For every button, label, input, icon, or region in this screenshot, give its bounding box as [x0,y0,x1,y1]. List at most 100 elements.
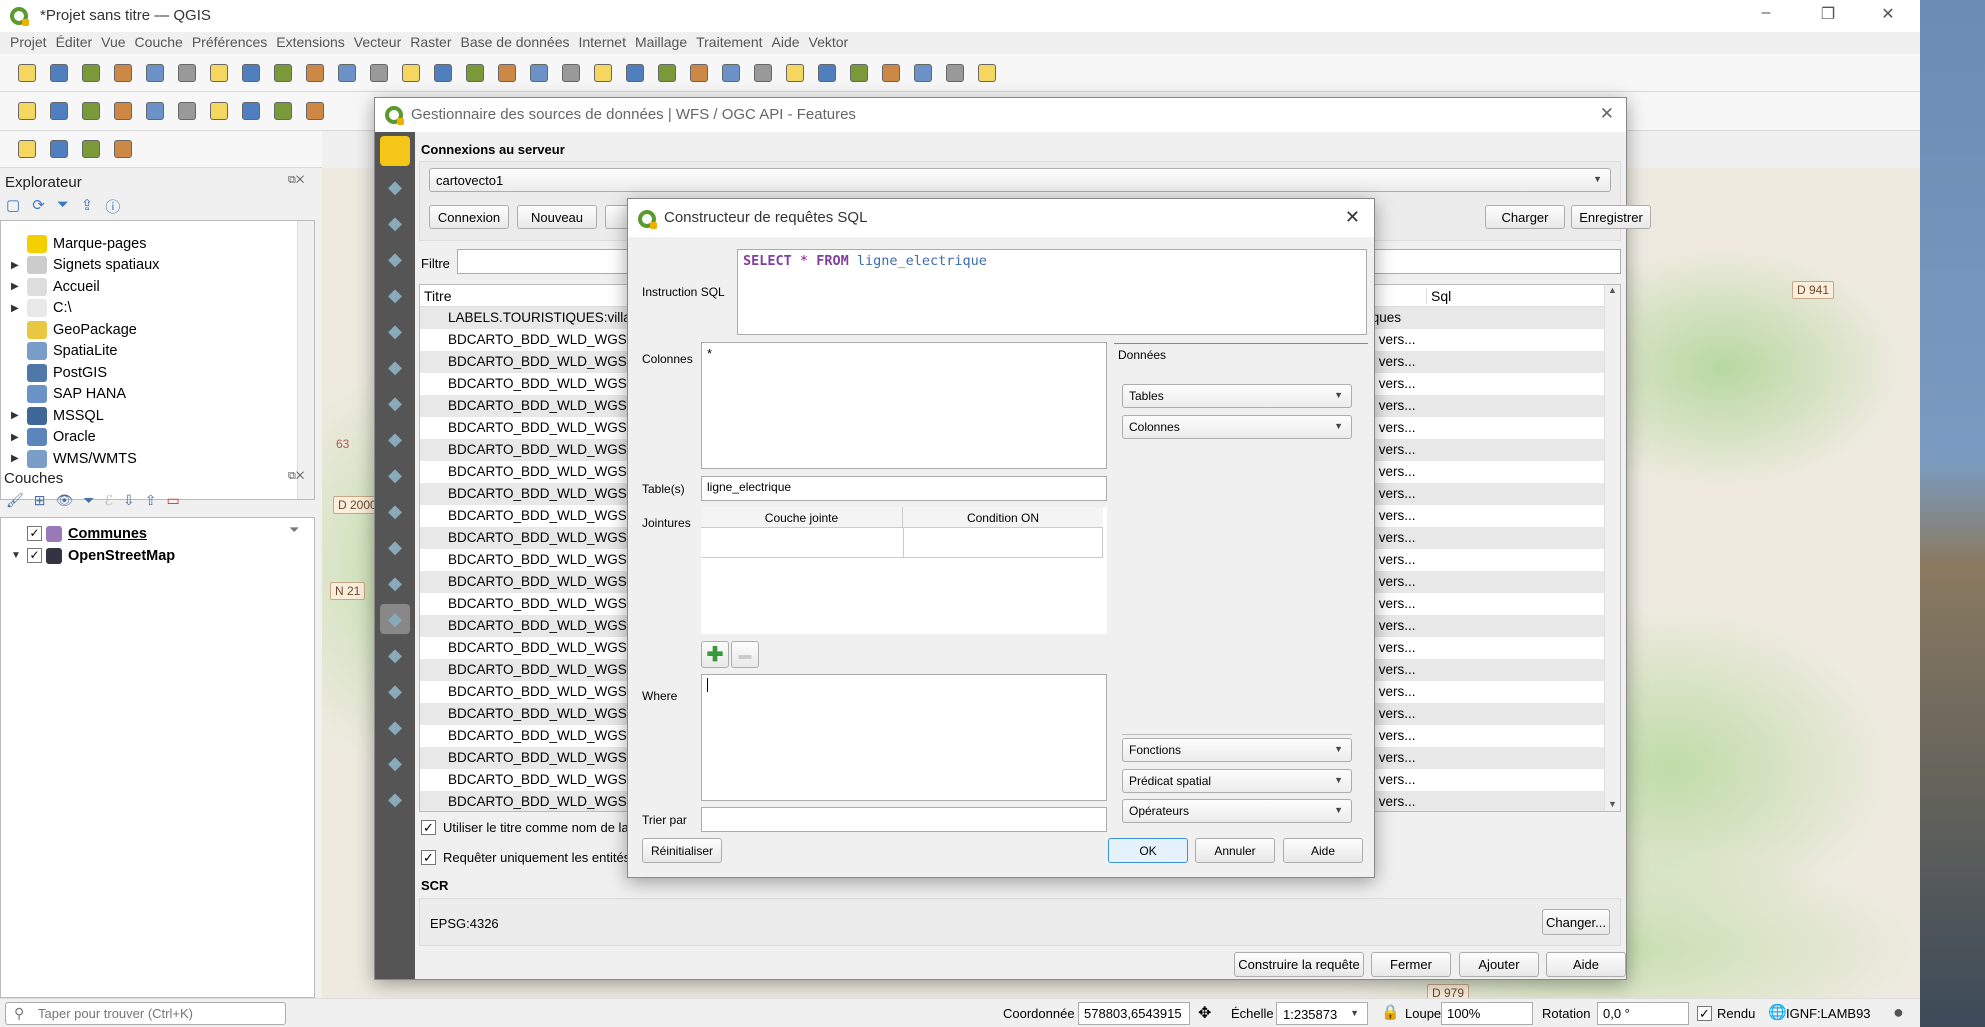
save-project-icon[interactable] [78,60,104,86]
explorer-item[interactable]: GeoPackage [11,319,137,340]
map-tips-icon[interactable] [910,60,936,86]
add-selected-icon[interactable]: ▢ [6,196,20,217]
cancel-button[interactable]: Annuler [1195,838,1275,863]
explorer-item[interactable]: PostGIS [11,362,107,383]
where-input[interactable] [701,674,1107,801]
oracle-icon[interactable]: ◆ [380,496,410,526]
scale-combo[interactable]: 1:235873 [1276,1002,1368,1025]
coordinate-input[interactable]: 578803,6543915 [1078,1002,1190,1025]
join-row[interactable] [701,528,1103,558]
identify-icon[interactable] [718,60,744,86]
zoom-in-icon[interactable] [270,60,296,86]
attribute-table-icon[interactable] [750,60,776,86]
explorer-item[interactable]: Marque-pages [11,233,147,254]
refresh-icon[interactable]: ⟳ [32,196,45,217]
zoom-to-layer-icon[interactable] [398,60,424,86]
zoom-full-icon[interactable] [334,60,360,86]
functions-combo[interactable]: Fonctions [1122,738,1352,762]
help-button[interactable]: Aide [1283,838,1363,863]
hana-icon[interactable]: ◆ [380,568,410,598]
menu-5[interactable]: Extensions [276,34,344,50]
dock-float-close-icon[interactable]: ⧉✕ [288,174,304,187]
change-crs-button[interactable]: Changer... [1542,909,1610,935]
xyz-icon[interactable]: ◆ [380,712,410,742]
refresh-icon[interactable] [686,60,712,86]
explorer-item[interactable]: SAP HANA [11,384,126,405]
explorer-item[interactable]: ▶ C:\ [11,298,72,319]
table-scrollbar[interactable]: ▲ ▼ [1604,285,1620,811]
new-bookmark-icon[interactable] [590,60,616,86]
explorer-item[interactable]: ▶ MSSQL [11,405,104,426]
digitize-icon[interactable] [206,98,232,124]
pan-icon[interactable] [206,60,232,86]
explorer-item[interactable]: ▶ WMS/WMTS [11,448,137,469]
sql-editor[interactable]: SELECT * FROM ligne_electrique [737,249,1367,335]
joins-table[interactable]: Couche jointe Condition ON [701,507,1107,634]
tables-combo[interactable]: Tables [1122,384,1352,408]
zoom-out-icon[interactable] [302,60,328,86]
remove-layer-icon[interactable]: ▭ [166,492,179,509]
columns-combo[interactable]: Colonnes [1122,415,1352,439]
show-bookmarks-icon[interactable] [622,60,648,86]
point-cloud-icon[interactable]: ◆ [380,280,410,310]
expand-all-icon[interactable]: ⇩ [123,492,135,509]
layers-tree[interactable]: ✓ Communes ▼ ✓ OpenStreetMap ⏷ [0,517,315,998]
remove-join-button[interactable]: ▬ [731,641,759,668]
menu-0[interactable]: Projet [10,34,47,50]
measure-icon[interactable] [878,60,904,86]
order-by-input[interactable] [701,807,1107,832]
menu-9[interactable]: Internet [578,34,625,50]
new-virtual-layer-icon[interactable] [142,98,168,124]
new-spatialite-layer-icon[interactable] [110,98,136,124]
menu-11[interactable]: Traitement [696,34,762,50]
explorer-item[interactable]: ▶ Accueil [11,276,100,297]
new-shapefile-layer-icon[interactable] [78,98,104,124]
only-extent-checkbox[interactable]: ✓ [421,850,436,865]
eye-icon[interactable]: 👁 [56,492,74,509]
toggle-editing-icon[interactable] [238,98,264,124]
processing-icon[interactable] [782,60,808,86]
geopackage-icon[interactable]: ◆ [380,352,410,382]
column-header-sql[interactable]: Sql [1426,288,1451,304]
zoom-last-icon[interactable] [462,60,488,86]
extents-toggle-icon[interactable]: ✥ [1198,1003,1211,1023]
menu-4[interactable]: Préférences [192,34,267,50]
ok-button[interactable]: OK [1108,838,1188,863]
expand-arrow-icon[interactable]: ▼ [11,550,23,561]
new-map-view-icon[interactable] [526,60,552,86]
explorer-item[interactable]: ▶ Signets spatiaux [11,255,159,276]
add-join-button[interactable]: ✚ [701,641,729,668]
magnifier-spinbox[interactable]: 100% [1441,1002,1533,1025]
use-title-checkbox[interactable]: ✓ [421,820,436,835]
filter-icon[interactable]: ⏷ [57,196,69,217]
select-by-location-icon[interactable] [110,136,136,162]
postgis-icon[interactable]: ◆ [380,424,410,454]
menu-2[interactable]: Vue [101,34,125,50]
crs-button[interactable]: IGNF:LAMB93 [1786,1006,1871,1021]
collapse-all-icon[interactable]: ⇪ [81,196,94,217]
wms-icon[interactable]: ◆ [380,604,410,634]
info-icon[interactable]: ⓘ [105,196,120,217]
delimited-text-icon[interactable]: ◆ [380,316,410,346]
explorer-item[interactable]: SpatiaLite [11,341,118,362]
close-icon[interactable]: ✕ [1600,104,1614,124]
explorer-scrollbar[interactable] [297,221,314,499]
select-by-value-icon[interactable] [46,136,72,162]
zoom-native-icon[interactable] [430,60,456,86]
zoom-to-selection-icon[interactable] [366,60,392,86]
menu-12[interactable]: Aide [772,34,800,50]
columns-input[interactable]: * [701,342,1107,469]
mesh-icon[interactable]: ◆ [380,244,410,274]
close-button[interactable]: ✕ [1868,4,1908,24]
expression-filter-icon[interactable]: ℰ [105,492,113,509]
new-3d-view-icon[interactable] [558,60,584,86]
column-header-joined-layer[interactable]: Couche jointe [701,507,903,528]
save-connections-button[interactable]: Enregistrer [1571,205,1651,229]
add-group-icon[interactable]: ⊞ [34,492,46,509]
help-button[interactable]: Aide [1546,952,1626,977]
column-header-on-condition[interactable]: Condition ON [903,507,1103,528]
raster-icon[interactable]: ◆ [380,208,410,238]
render-checkbox[interactable]: ✓ [1697,1006,1712,1021]
expand-arrow-icon[interactable]: ▶ [11,260,23,271]
wcs-icon[interactable]: ◆ [380,676,410,706]
